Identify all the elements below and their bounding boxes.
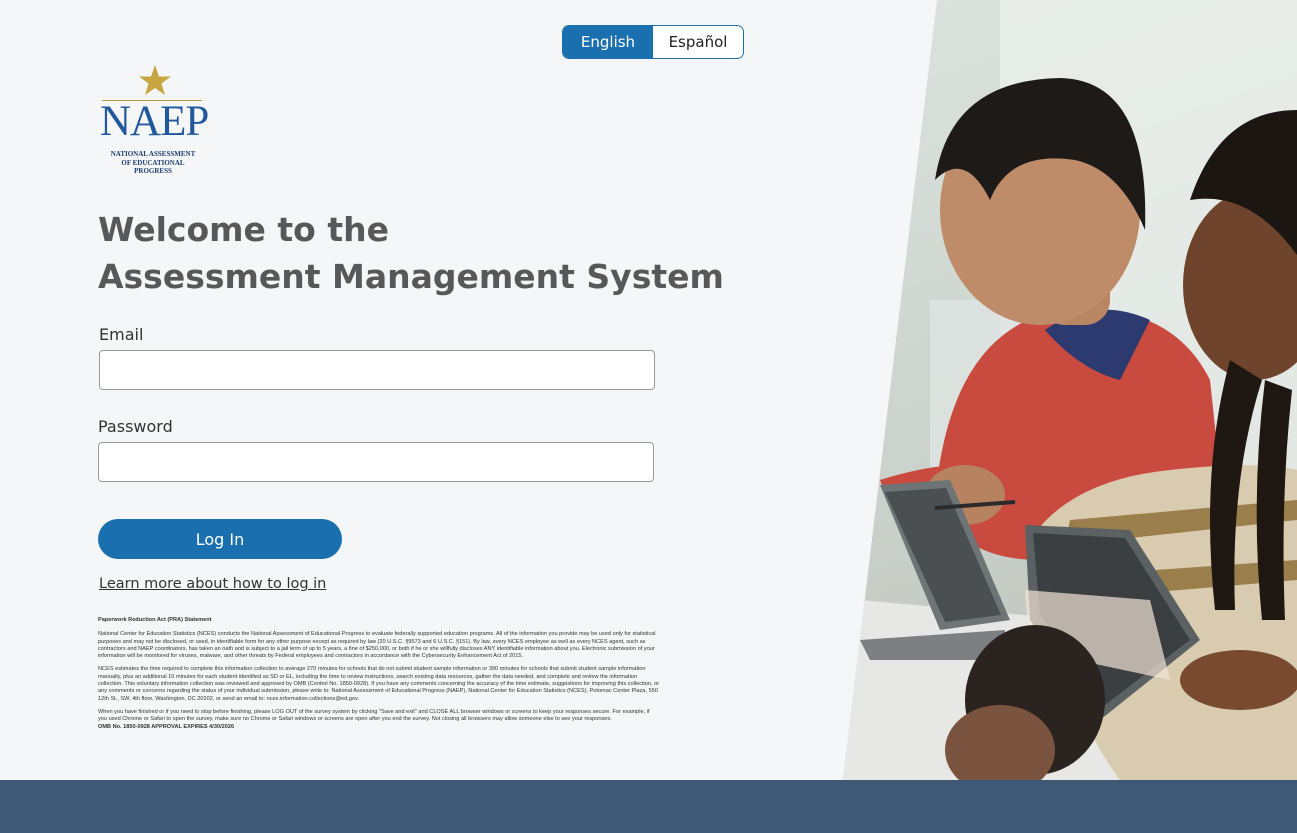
pra-paragraph: National Center for Education Statistics…: [98, 631, 656, 660]
email-label: Email: [99, 325, 144, 344]
learn-more-link[interactable]: Learn more about how to log in: [99, 576, 326, 592]
omb-approval: OMB No. 1850-0928 APPROVAL EXPIRES 4/30/…: [98, 723, 235, 730]
password-field[interactable]: [98, 442, 654, 482]
logo-wordmark: NAEP: [100, 98, 209, 145]
password-label: Password: [98, 417, 173, 436]
pra-title: Paperwork Reduction Act (PRA) Statement: [98, 617, 212, 623]
language-english-button[interactable]: English: [563, 26, 653, 58]
pra-statement: Paperwork Reduction Act (PRA) Statement …: [98, 617, 660, 731]
language-spanish-button[interactable]: Español: [653, 26, 743, 58]
logo-subtitle-line: PROGRESS: [134, 167, 172, 176]
logo-subtitle-line: NATIONAL ASSESSMENT: [110, 150, 196, 158]
login-page: English Español NAEP NATIONAL ASSESSMENT…: [0, 0, 1297, 780]
language-toggle: English Español: [562, 25, 744, 59]
pra-paragraph: When you have finished or if you need to…: [98, 708, 650, 723]
page-title-line: Assessment Management System: [98, 257, 724, 296]
logo-subtitle: NATIONAL ASSESSMENT OF EDUCATIONAL PROGR…: [100, 150, 206, 176]
pra-paragraph: NCES estimates the time required to comp…: [98, 666, 660, 702]
email-field[interactable]: [99, 350, 655, 390]
logo-subtitle-line: OF EDUCATIONAL: [121, 158, 185, 167]
page-title-line: Welcome to the: [98, 210, 389, 249]
naep-logo: NAEP NATIONAL ASSESSMENT OF EDUCATIONAL …: [100, 64, 209, 175]
footer-bar: [0, 780, 1297, 833]
page-title: Welcome to the Assessment Management Sys…: [98, 206, 724, 300]
star-icon: [139, 65, 171, 95]
login-button[interactable]: Log In: [98, 519, 342, 559]
